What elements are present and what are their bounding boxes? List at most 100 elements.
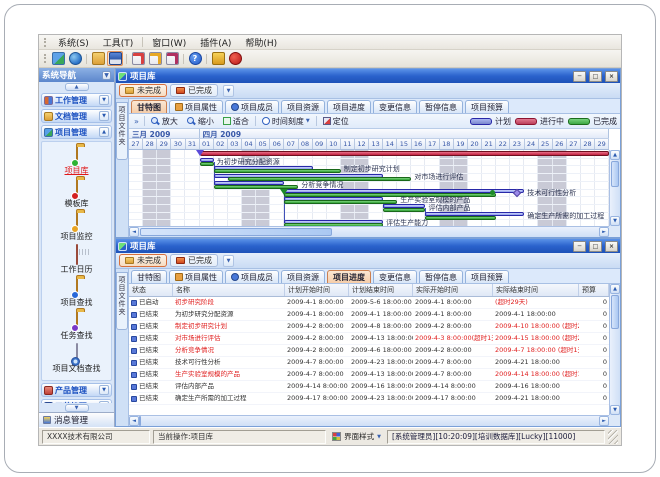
sidebar-item-3[interactable]: 工作日历 (42, 245, 111, 275)
w1-filter-tab-0[interactable]: 未完成 (119, 84, 167, 97)
scroll-down-icon[interactable]: ▼ (610, 216, 620, 226)
w1-tab-0[interactable]: 甘特图 (131, 100, 167, 113)
w1-tab-3[interactable]: 项目资源 (281, 100, 325, 113)
scroll-left-icon[interactable]: ◄ (129, 227, 139, 237)
menu-item-2[interactable]: 窗口(W) (145, 36, 193, 49)
report-icon[interactable] (130, 51, 146, 66)
minimize-button[interactable]: ─ (573, 71, 586, 82)
sidebar-item-4[interactable]: 项目查找 (42, 278, 111, 308)
w1-filter-tab-1[interactable]: 已完成 (170, 84, 218, 97)
chevron-down-icon[interactable]: ▼ (99, 111, 109, 121)
sidebar-group-0[interactable]: 工作管理▼ (41, 93, 112, 107)
column-header-6[interactable]: 预算 (579, 284, 609, 296)
column-header-0[interactable]: 状态 (129, 284, 173, 296)
w2-tab-4[interactable]: 项目进度 (327, 270, 371, 283)
pin-icon[interactable]: ▼ (102, 71, 111, 80)
close-button[interactable]: × (605, 71, 618, 82)
sidebar-item-5[interactable]: 任务查找 (42, 311, 111, 341)
time-scale-button[interactable]: 时间刻度▼ (259, 115, 313, 128)
w2-filter-tab-1[interactable]: 已完成 (170, 254, 218, 267)
column-header-2[interactable]: 计划开始时间 (285, 284, 349, 296)
scroll-up-icon[interactable]: ▲ (610, 150, 620, 160)
sidebar-group-3[interactable]: 产品管理▼ (41, 383, 112, 397)
chevron-up-icon[interactable]: ▲ (99, 127, 109, 137)
lock-icon[interactable] (210, 51, 226, 66)
gantt-summary-bar[interactable] (200, 151, 609, 156)
w1-tab-1[interactable]: 项目属性 (169, 100, 223, 113)
exit-icon[interactable] (227, 51, 243, 66)
table-row[interactable]: 已结束为初步研究分配资源2009-4-1 8:00:002009-4-1 18:… (129, 309, 609, 321)
w1-tab-6[interactable]: 暂停信息 (419, 100, 463, 113)
tab-project-folder[interactable]: 项目文件夹 (116, 102, 128, 160)
column-header-4[interactable]: 实际开始时间 (413, 284, 493, 296)
sidebar-item-6[interactable]: 项目文档查找 (42, 344, 111, 374)
table-row[interactable]: 已结束制定初步研究计划2009-4-2 8:00:002009-4-8 18:0… (129, 321, 609, 333)
chevron-down-icon[interactable]: ▼ (99, 385, 109, 395)
w1-tab-4[interactable]: 项目进度 (327, 100, 371, 113)
gantt-actual-bar[interactable] (214, 169, 341, 173)
gantt-horizontal-scrollbar[interactable]: ◄ ► (129, 226, 609, 237)
w1-tab-5[interactable]: 变更信息 (373, 100, 417, 113)
minimize-button[interactable]: ─ (573, 241, 586, 252)
table-horizontal-scrollbar[interactable]: ◄ ► (129, 415, 609, 426)
save-icon[interactable] (107, 51, 123, 66)
open-icon[interactable] (90, 51, 106, 66)
w2-tab-2[interactable]: 项目成员 (225, 270, 279, 283)
filter-overflow-button[interactable]: ▼ (223, 85, 234, 97)
system-icon[interactable] (50, 51, 66, 66)
scroll-down-icon[interactable]: ▼ (610, 405, 620, 415)
restore-button[interactable]: □ (589, 241, 602, 252)
table-row[interactable]: 已结束评估内部产品2009-4-14 8:00:002009-4-16 18:0… (129, 381, 609, 393)
sidebar-item-2[interactable]: 项目监控 (42, 212, 111, 242)
tab-message-management[interactable]: 消息管理 (39, 412, 114, 427)
table-row[interactable]: 已结束确定生产所需的加工过程2009-4-17 8:00:002009-4-23… (129, 393, 609, 405)
fit-button[interactable]: 适合 (220, 115, 252, 128)
report-edit-icon[interactable] (147, 51, 163, 66)
menu-item-0[interactable]: 系统(S) (51, 36, 96, 49)
tab-project-folder[interactable]: 项目文件夹 (116, 272, 128, 330)
gantt-actual-bar[interactable] (200, 162, 214, 166)
menu-item-4[interactable]: 帮助(H) (238, 36, 284, 49)
help-icon[interactable] (187, 51, 203, 66)
web-icon[interactable] (67, 51, 83, 66)
sidebar-scroll-down[interactable]: ▼ (39, 403, 114, 412)
scroll-right-icon[interactable]: ► (599, 227, 609, 237)
scroll-left-icon[interactable]: ◄ (129, 416, 139, 426)
table-row[interactable]: 已启动初步研究阶段2009-4-1 8:00:002009-5-6 18:00:… (129, 297, 609, 309)
table-vertical-scrollbar[interactable]: ▲ ▼ (609, 284, 620, 415)
menu-item-1[interactable]: 工具(T) (96, 36, 141, 49)
scroll-up-icon[interactable]: ▲ (610, 284, 620, 294)
menu-item-3[interactable]: 插件(A) (193, 36, 238, 49)
w1-tab-2[interactable]: 项目成员 (225, 100, 279, 113)
report-del-icon[interactable] (164, 51, 180, 66)
scroll-thumb[interactable] (140, 228, 332, 236)
scroll-thumb[interactable] (611, 161, 619, 187)
column-header-5[interactable]: 实际结束时间 (493, 284, 579, 296)
window-titlebar[interactable]: 项目库 ─ □ × (116, 69, 620, 83)
interface-style-button[interactable]: 界面样式 ▼ (329, 431, 384, 442)
toolbar-overflow-button[interactable]: » (132, 117, 141, 126)
window-titlebar[interactable]: 项目库 ─ □ × (116, 239, 620, 253)
restore-button[interactable]: □ (589, 71, 602, 82)
table-row[interactable]: 已结束对市场进行评估2009-4-2 8:00:002009-4-13 18:0… (129, 333, 609, 345)
column-header-1[interactable]: 名称 (173, 284, 285, 296)
w2-tab-3[interactable]: 项目资源 (281, 270, 325, 283)
table-row[interactable]: 已结束生产实验室规模的产品2009-4-7 8:00:002009-4-13 1… (129, 369, 609, 381)
resize-grip[interactable] (608, 430, 618, 444)
w2-tab-7[interactable]: 项目预算 (465, 270, 509, 283)
gantt-actual-bar[interactable] (284, 200, 397, 204)
w2-tab-1[interactable]: 项目属性 (169, 270, 223, 283)
gantt-actual-bar[interactable] (383, 208, 425, 212)
zoom-in-button[interactable]: 放大 (148, 115, 181, 128)
gantt-actual-bar[interactable] (284, 223, 383, 226)
filter-overflow-button[interactable]: ▼ (223, 255, 234, 267)
w2-filter-tab-0[interactable]: 未完成 (119, 254, 167, 267)
w2-tab-0[interactable]: 甘特图 (131, 270, 167, 283)
chevron-down-icon[interactable]: ▼ (99, 95, 109, 105)
gantt-vertical-scrollbar[interactable]: ▲ ▼ (609, 150, 620, 226)
w1-tab-7[interactable]: 项目预算 (465, 100, 509, 113)
table-row[interactable]: 已结束分析竞争情况2009-4-2 8:00:002009-4-6 18:00:… (129, 345, 609, 357)
close-button[interactable]: × (605, 241, 618, 252)
w2-tab-5[interactable]: 变更信息 (373, 270, 417, 283)
locate-button[interactable]: 定位 (320, 115, 352, 128)
